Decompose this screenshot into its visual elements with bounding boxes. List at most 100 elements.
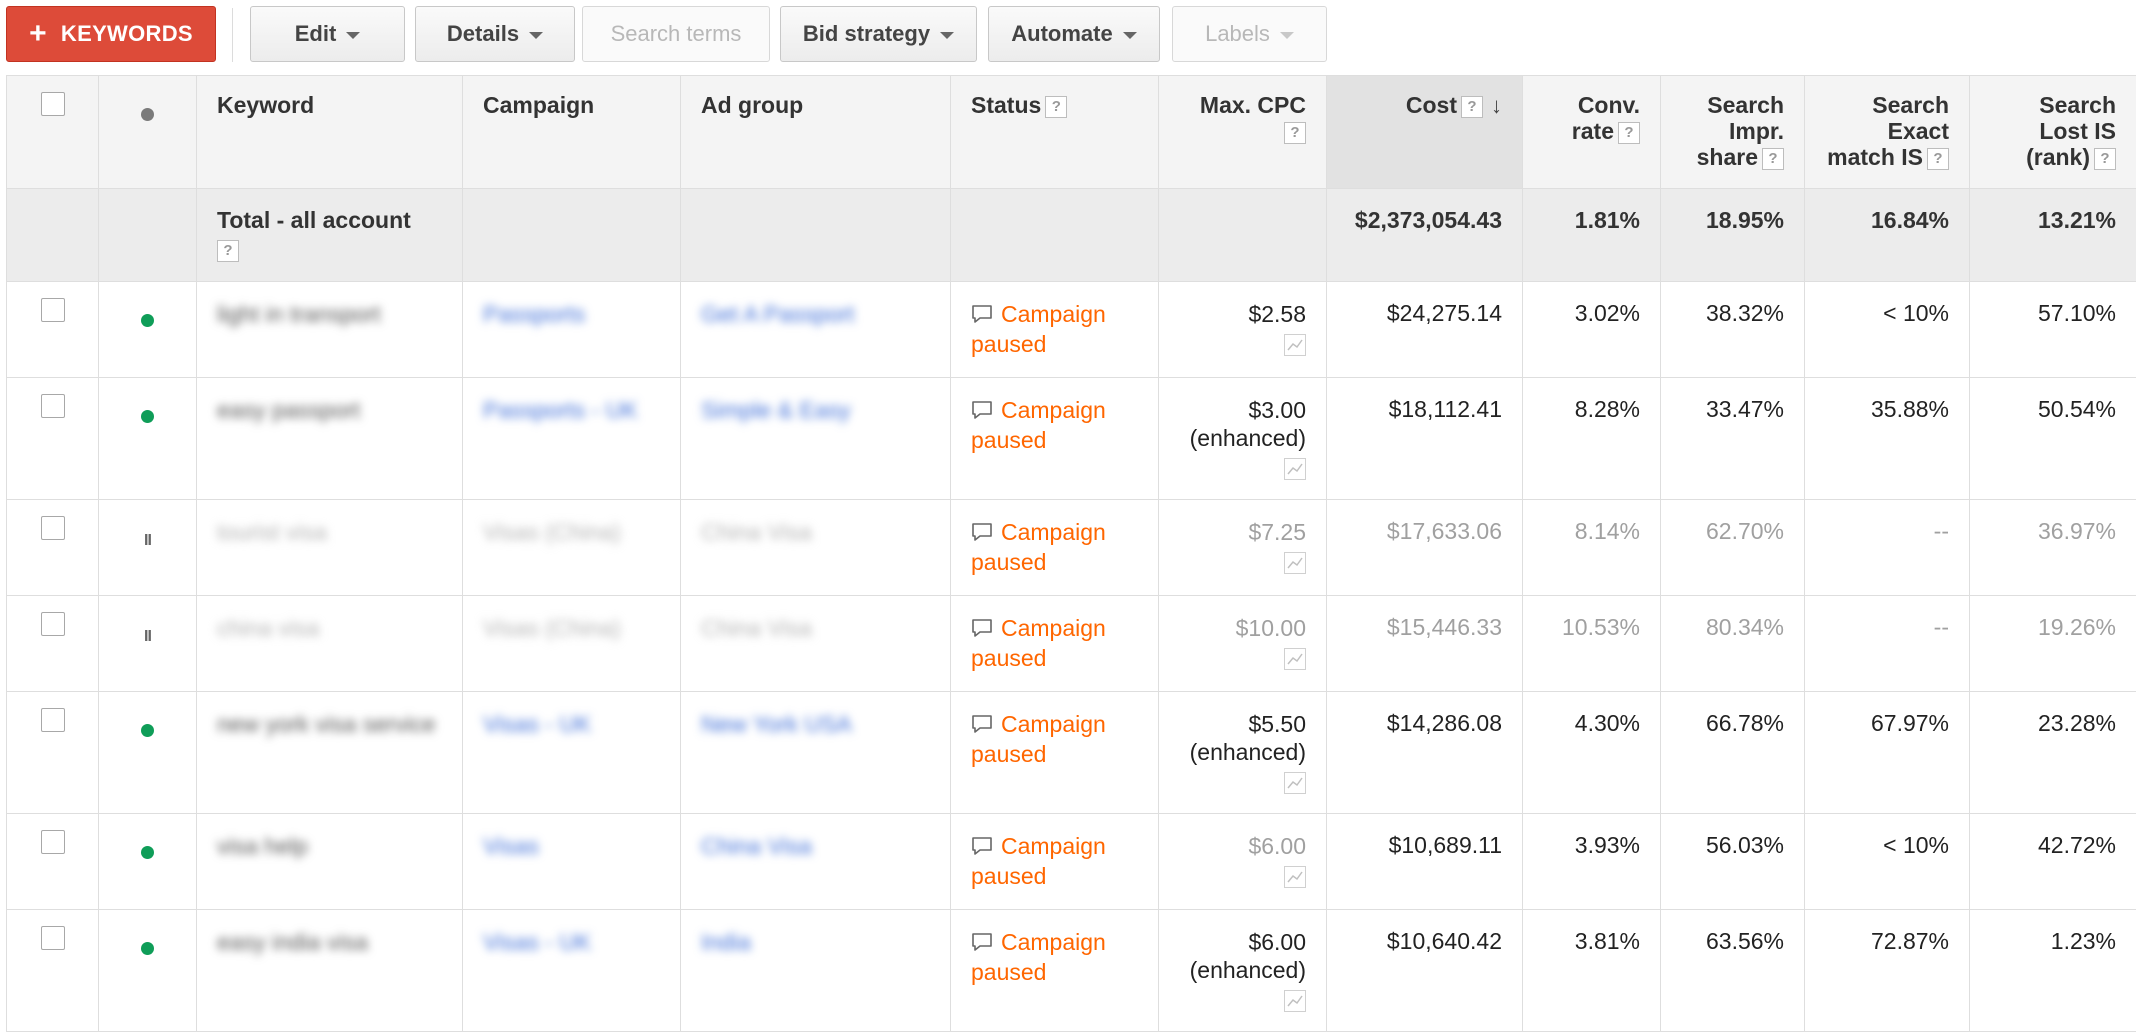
keyword-text[interactable]: tourist visa xyxy=(217,519,327,545)
state-column-header[interactable] xyxy=(99,76,197,189)
campaign-link[interactable]: Visas (China) xyxy=(483,615,621,641)
table-row[interactable]: light in transport Passports Get A Passpor… xyxy=(7,282,2136,378)
comment-icon[interactable] xyxy=(971,617,993,644)
chart-icon[interactable] xyxy=(1284,866,1306,888)
chart-icon[interactable] xyxy=(1284,334,1306,356)
search-lost-is-rank-column-header[interactable]: SearchLost IS(rank)? xyxy=(1970,76,2136,189)
keyword-text[interactable]: visa help xyxy=(217,833,308,859)
max-cpc-cell[interactable]: $6.00(enhanced) xyxy=(1159,910,1327,1032)
status-link[interactable]: paused xyxy=(971,427,1046,453)
campaign-link[interactable]: Visas - UK xyxy=(483,711,591,737)
campaign-column-header[interactable]: Campaign xyxy=(463,76,681,189)
table-row[interactable]: new york visa service Visas - UK New York … xyxy=(7,692,2136,814)
row-checkbox[interactable] xyxy=(41,926,65,950)
row-checkbox[interactable] xyxy=(41,612,65,636)
enabled-dot-icon[interactable] xyxy=(141,410,154,423)
status-link[interactable]: paused xyxy=(971,645,1046,671)
status-link[interactable]: paused xyxy=(971,959,1046,985)
row-checkbox[interactable] xyxy=(41,394,65,418)
status-link[interactable]: paused xyxy=(971,549,1046,575)
ad-group-link[interactable]: Get A Passport xyxy=(701,301,854,327)
select-all-checkbox[interactable] xyxy=(41,92,65,116)
row-checkbox[interactable] xyxy=(41,298,65,322)
table-row[interactable]: visa help Visas China Visa Campaign paused $6… xyxy=(7,814,2136,910)
table-row[interactable]: II china visa Visas (China) China Visa Campa… xyxy=(7,596,2136,692)
conv-rate-column-header[interactable]: Conv.rate? xyxy=(1523,76,1661,189)
status-link[interactable]: Campaign xyxy=(1001,833,1106,859)
keyword-column-header[interactable]: Keyword xyxy=(197,76,463,189)
table-row[interactable]: easy passport Passports - UK Simple & Easy… xyxy=(7,378,2136,500)
status-link[interactable]: Campaign xyxy=(1001,615,1106,641)
ad-group-link[interactable]: Simple & Easy xyxy=(701,397,851,423)
cost-column-header[interactable]: Cost?↓ xyxy=(1327,76,1523,189)
enabled-dot-icon[interactable] xyxy=(141,942,154,955)
campaign-link[interactable]: Passports xyxy=(483,301,585,327)
comment-icon[interactable] xyxy=(971,303,993,330)
help-icon[interactable]: ? xyxy=(1618,122,1640,144)
row-checkbox[interactable] xyxy=(41,830,65,854)
help-icon[interactable]: ? xyxy=(1927,148,1949,170)
paused-icon[interactable]: II xyxy=(144,628,151,646)
keyword-text[interactable]: new york visa service xyxy=(217,711,436,737)
comment-icon[interactable] xyxy=(971,713,993,740)
status-link[interactable]: paused xyxy=(971,331,1046,357)
row-checkbox[interactable] xyxy=(41,516,65,540)
chart-icon[interactable] xyxy=(1284,552,1306,574)
help-icon[interactable]: ? xyxy=(217,240,239,262)
max-cpc-cell[interactable]: $10.00 xyxy=(1159,596,1327,692)
max-cpc-cell[interactable]: $7.25 xyxy=(1159,500,1327,596)
paused-icon[interactable]: II xyxy=(144,532,151,550)
campaign-link[interactable]: Visas (China) xyxy=(483,519,621,545)
bid-strategy-dropdown-button[interactable]: Bid strategy xyxy=(780,6,977,62)
status-link[interactable]: Campaign xyxy=(1001,711,1106,737)
keyword-text[interactable]: easy passport xyxy=(217,397,360,423)
max-cpc-cell[interactable]: $6.00 xyxy=(1159,814,1327,910)
campaign-link[interactable]: Visas xyxy=(483,833,539,859)
ad-group-link[interactable]: China Visa xyxy=(701,615,812,641)
help-icon[interactable]: ? xyxy=(1045,96,1067,118)
search-impr-share-column-header[interactable]: SearchImpr.share? xyxy=(1661,76,1805,189)
max-cpc-cell[interactable]: $2.58 xyxy=(1159,282,1327,378)
comment-icon[interactable] xyxy=(971,931,993,958)
status-link[interactable]: Campaign xyxy=(1001,301,1106,327)
table-row[interactable]: easy india visa Visas - UK India Campaign pa… xyxy=(7,910,2136,1032)
status-link[interactable]: paused xyxy=(971,741,1046,767)
ad-group-column-header[interactable]: Ad group xyxy=(681,76,951,189)
add-keywords-button[interactable]: + KEYWORDS xyxy=(6,6,216,62)
row-checkbox[interactable] xyxy=(41,708,65,732)
ad-group-link[interactable]: China Visa xyxy=(701,519,812,545)
ad-group-link[interactable]: New York USA xyxy=(701,711,852,737)
ad-group-link[interactable]: China Visa xyxy=(701,833,812,859)
status-column-header[interactable]: Status? xyxy=(951,76,1159,189)
help-icon[interactable]: ? xyxy=(1461,96,1483,118)
max-cpc-column-header[interactable]: Max. CPC? xyxy=(1159,76,1327,189)
search-exact-match-is-column-header[interactable]: SearchExactmatch IS? xyxy=(1805,76,1970,189)
enabled-dot-icon[interactable] xyxy=(141,314,154,327)
max-cpc-cell[interactable]: $5.50(enhanced) xyxy=(1159,692,1327,814)
search-terms-button[interactable]: Search terms xyxy=(582,6,770,62)
ad-group-link[interactable]: India xyxy=(701,929,751,955)
chart-icon[interactable] xyxy=(1284,772,1306,794)
status-link[interactable]: Campaign xyxy=(1001,929,1106,955)
campaign-link[interactable]: Visas - UK xyxy=(483,929,591,955)
automate-dropdown-button[interactable]: Automate xyxy=(988,6,1160,62)
comment-icon[interactable] xyxy=(971,835,993,862)
status-link[interactable]: paused xyxy=(971,863,1046,889)
enabled-dot-icon[interactable] xyxy=(141,724,154,737)
chart-icon[interactable] xyxy=(1284,990,1306,1012)
edit-dropdown-button[interactable]: Edit xyxy=(250,6,405,62)
enabled-dot-icon[interactable] xyxy=(141,846,154,859)
help-icon[interactable]: ? xyxy=(2094,148,2116,170)
keyword-text[interactable]: light in transport xyxy=(217,301,381,327)
campaign-link[interactable]: Passports - UK xyxy=(483,397,638,423)
help-icon[interactable]: ? xyxy=(1284,122,1306,144)
keyword-text[interactable]: china visa xyxy=(217,615,319,641)
max-cpc-cell[interactable]: $3.00(enhanced) xyxy=(1159,378,1327,500)
help-icon[interactable]: ? xyxy=(1762,148,1784,170)
keyword-text[interactable]: easy india visa xyxy=(217,929,368,955)
comment-icon[interactable] xyxy=(971,399,993,426)
chart-icon[interactable] xyxy=(1284,648,1306,670)
details-dropdown-button[interactable]: Details xyxy=(415,6,575,62)
status-link[interactable]: Campaign xyxy=(1001,519,1106,545)
status-link[interactable]: Campaign xyxy=(1001,397,1106,423)
